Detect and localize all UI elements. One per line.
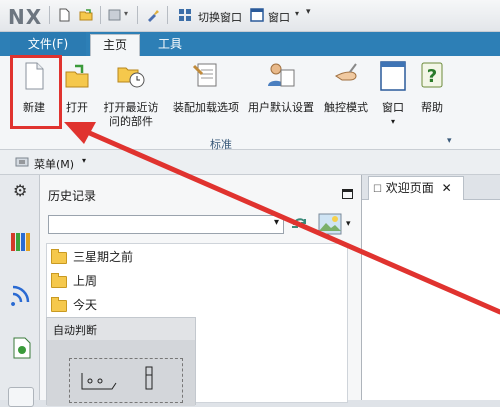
arrow-annotation — [64, 122, 500, 315]
